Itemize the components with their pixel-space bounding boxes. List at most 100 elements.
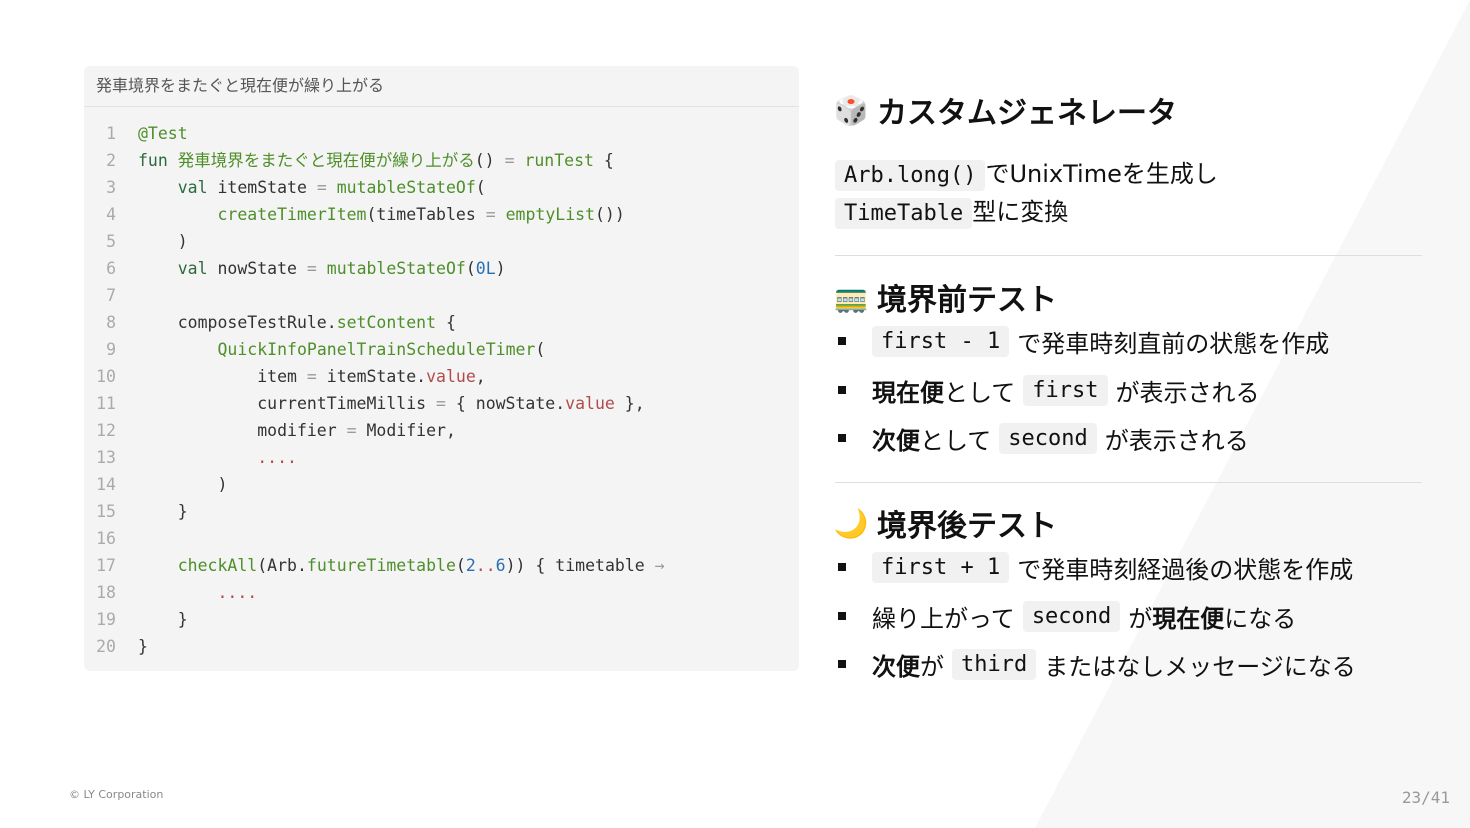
list-item: first + 1 で発車時刻経過後の状態を作成 <box>835 547 1353 587</box>
code-token: 0L <box>475 259 496 278</box>
list-item: first - 1 で発車時刻直前の状態を作成 <box>835 321 1329 361</box>
list-item: 次便 として second が表示される <box>835 418 1249 458</box>
code-line: 18 .... <box>84 579 799 606</box>
bullet-text: として <box>944 378 1016 407</box>
code-line: 7 <box>84 282 799 309</box>
code-token: = <box>316 178 327 197</box>
train-icon: 🚃 <box>833 280 869 314</box>
inline-code: TimeTable <box>835 198 973 229</box>
inline-code: first + 1 <box>872 551 1010 583</box>
page-number: 23/41 <box>1401 788 1450 807</box>
code-line: 12 modifier = Modifier, <box>84 417 799 444</box>
code-token: val <box>138 259 218 278</box>
bullet-text: が <box>1128 604 1153 633</box>
code-token: modifier <box>138 421 347 440</box>
section-after-heading: 🌙 境界後テスト <box>834 501 1057 545</box>
code-token: .... <box>257 448 297 467</box>
line-number: 19 <box>96 610 116 629</box>
line-number: 14 <box>96 475 116 494</box>
code-token: 発車境界をまたぐと現在便が繰り上がる <box>177 151 475 170</box>
code-token: value <box>565 394 615 413</box>
code-token: }, <box>614 394 645 413</box>
bullet-square-icon <box>838 612 846 620</box>
bullet-square-icon <box>838 434 846 442</box>
code-panel: 発車境界をまたぐと現在便が繰り上がる 1 @Test 2 fun 発車境界をまたぐと現… <box>84 66 799 671</box>
bullet-bold-text: 現在便 <box>1152 604 1225 633</box>
code-line: 4 createTimerItem(timeTables = emptyList… <box>84 201 799 228</box>
code-listing: 1 @Test 2 fun 発車境界をまたぐと現在便が繰り上がる() = runTes… <box>84 107 799 660</box>
section-after-title: 境界後テスト <box>877 509 1057 544</box>
line-number: 2 <box>106 151 116 170</box>
section-divider <box>835 482 1422 483</box>
bullet-text: になる <box>1224 604 1297 633</box>
line-number: 18 <box>96 583 116 602</box>
section-before-heading: 🚃 境界前テスト <box>833 275 1057 319</box>
code-line: 5 ) <box>84 228 799 255</box>
bullet-text: で発車時刻経過後の状態を作成 <box>1017 555 1354 584</box>
bullet-square-icon <box>838 660 846 668</box>
code-token: mutableStateOf <box>336 178 476 197</box>
code-token: )) { timetable <box>505 556 655 575</box>
line-number: 10 <box>96 367 116 386</box>
inline-code: second <box>1022 600 1121 632</box>
code-token: ) <box>495 259 506 278</box>
code-token: val <box>138 178 218 197</box>
code-token: item <box>138 367 307 386</box>
code-token: () <box>474 151 505 170</box>
line-number: 9 <box>106 340 116 359</box>
inline-code: second <box>999 422 1097 454</box>
generator-line-2-text: 型に変換 <box>972 198 1069 226</box>
code-token: = <box>306 259 317 278</box>
bullet-text: が <box>920 652 944 681</box>
code-token: itemState. <box>316 367 427 386</box>
list-item: 次便 が third またはなしメッセージになる <box>835 644 1356 684</box>
generator-line-2: TimeTable 型に変換 <box>835 193 1068 233</box>
code-token: Modifier, <box>356 421 456 440</box>
bullet-text: として <box>920 426 992 455</box>
code-token: itemState <box>217 178 317 197</box>
code-token: emptyList <box>505 205 595 224</box>
code-token: nowState <box>217 259 307 278</box>
code-line: 8 composeTestRule.setContent { <box>84 309 799 336</box>
bullet-square-icon <box>838 563 846 571</box>
code-block-title: 発車境界をまたぐと現在便が繰り上がる <box>84 66 799 107</box>
code-line: 15 } <box>84 498 799 525</box>
code-line: 1 @Test <box>84 120 799 147</box>
code-token: .... <box>217 583 258 602</box>
code-token: = <box>436 394 446 413</box>
code-token: { nowState. <box>445 394 566 413</box>
code-token: value <box>426 367 476 386</box>
line-number: 13 <box>96 448 116 467</box>
code-token: checkAll <box>177 556 258 575</box>
inline-code: first <box>1023 374 1108 406</box>
code-line: 17 checkAll(Arb.futureTimetable(2..6)) {… <box>84 552 799 579</box>
code-token: { <box>593 151 614 170</box>
code-line: 20} <box>84 633 799 660</box>
dice-icon: 🎲 <box>833 93 869 127</box>
line-number: 8 <box>106 313 116 332</box>
code-token: 2 <box>465 556 476 575</box>
code-token: } <box>138 502 188 521</box>
inline-code: Arb.long() <box>835 160 986 191</box>
code-line: 14 ) <box>84 471 799 498</box>
line-number: 7 <box>106 286 116 305</box>
code-token: (Arb. <box>257 556 307 575</box>
generator-line-1: Arb.long() でUnixTimeを生成し <box>835 155 1218 195</box>
code-token: createTimerItem <box>217 205 367 224</box>
bullet-text: で発車時刻直前の状態を作成 <box>1017 329 1330 358</box>
line-number: 17 <box>96 556 116 575</box>
bullet-bold-text: 次便 <box>872 652 920 681</box>
generator-line-1-text: でUnixTimeを生成し <box>985 160 1218 188</box>
code-token: = <box>485 205 496 224</box>
line-number: 1 <box>106 124 116 143</box>
inline-code: first - 1 <box>872 325 1010 357</box>
code-token: = <box>346 421 357 440</box>
